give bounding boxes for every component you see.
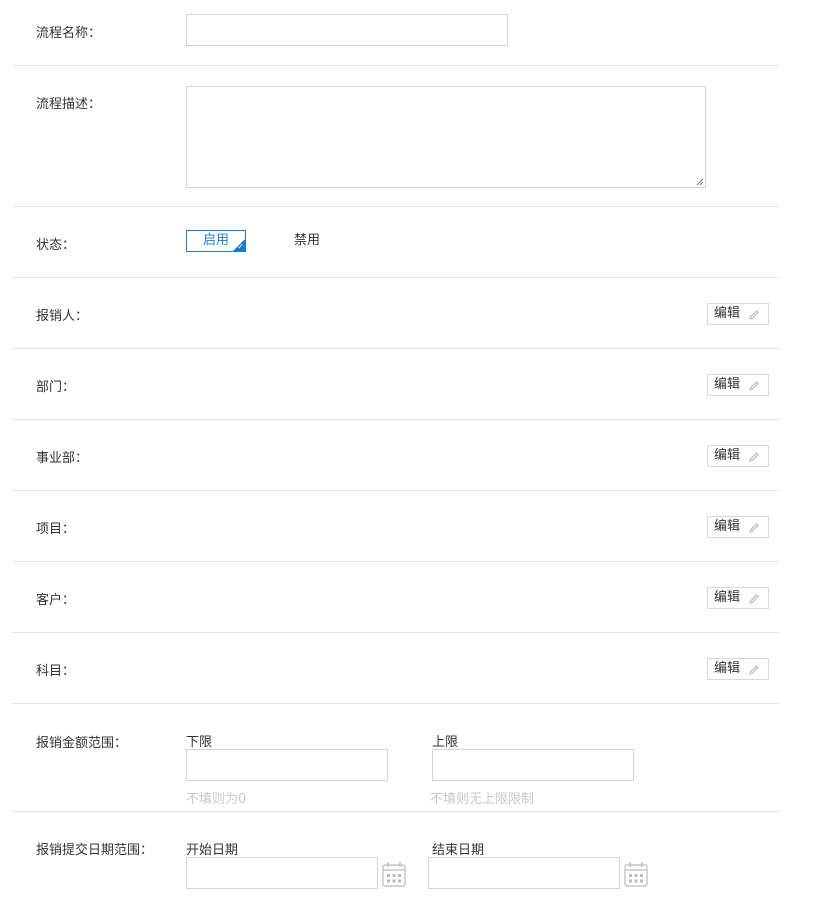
date-range-row: 报销提交日期范围： 开始日期 结束日期 [12, 812, 779, 903]
amount-lower-input[interactable] [186, 749, 388, 781]
project-edit-button[interactable]: 编辑 [707, 516, 769, 538]
project-row: 项目： 编辑 [12, 491, 779, 562]
amount-upper-label: 上限 [432, 735, 459, 750]
status-option-disabled[interactable]: 禁用 [280, 230, 334, 252]
department-label: 部门： [36, 380, 76, 395]
amount-range-label: 报销金额范围： [36, 736, 128, 751]
department-edit-button[interactable]: 编辑 [707, 374, 769, 396]
calendar-icon[interactable] [382, 861, 406, 887]
process-name-label: 流程名称： [36, 26, 102, 41]
division-row: 事业部： 编辑 [12, 420, 779, 491]
resize-grip-icon[interactable] [696, 178, 704, 186]
subject-edit-button[interactable]: 编辑 [707, 658, 769, 680]
status-label: 状态： [36, 238, 76, 253]
amount-upper-hint: 不填则无上限限制 [430, 792, 535, 807]
pencil-icon [749, 381, 759, 391]
process-desc-textarea[interactable] [186, 86, 706, 188]
status-row: 状态： 启用 ✓ 禁用 [12, 207, 779, 278]
reimburser-edit-button[interactable]: 编辑 [707, 303, 769, 325]
customer-label: 客户： [36, 593, 76, 608]
edit-button-label: 编辑 [714, 448, 741, 463]
reimburser-label: 报销人： [36, 309, 89, 324]
edit-button-label: 编辑 [714, 377, 741, 392]
division-edit-button[interactable]: 编辑 [707, 445, 769, 467]
status-option-disabled-label: 禁用 [293, 233, 320, 248]
pencil-icon [749, 452, 759, 462]
process-name-row: 流程名称： [12, 0, 779, 66]
project-label: 项目： [36, 522, 76, 537]
calendar-icon[interactable] [624, 861, 648, 887]
date-start-input[interactable] [186, 857, 378, 889]
date-start-label: 开始日期 [186, 843, 239, 858]
reimburser-row: 报销人： 编辑 [12, 278, 779, 349]
subject-row: 科目： 编辑 [12, 633, 779, 704]
process-name-input[interactable] [186, 14, 508, 46]
division-label: 事业部： [36, 451, 89, 466]
edit-button-label: 编辑 [714, 590, 741, 605]
department-row: 部门： 编辑 [12, 349, 779, 420]
customer-edit-button[interactable]: 编辑 [707, 587, 769, 609]
edit-button-label: 编辑 [714, 661, 741, 676]
pencil-icon [749, 310, 759, 320]
subject-label: 科目： [36, 664, 76, 679]
amount-range-row: 报销金额范围： 下限 不填则为0 上限 不填则无上限限制 [12, 704, 779, 812]
checkmark-icon: ✓ [237, 242, 244, 251]
status-option-enabled[interactable]: 启用 ✓ [186, 230, 246, 252]
pencil-icon [749, 665, 759, 675]
amount-upper-input[interactable] [432, 749, 634, 781]
pencil-icon [749, 594, 759, 604]
process-desc-row: 流程描述： [12, 66, 779, 207]
date-range-label: 报销提交日期范围： [36, 843, 154, 858]
edit-button-label: 编辑 [714, 306, 741, 321]
amount-lower-hint: 不填则为0 [186, 792, 247, 807]
date-end-label: 结束日期 [432, 843, 485, 858]
edit-button-label: 编辑 [714, 519, 741, 534]
process-desc-label: 流程描述： [36, 97, 102, 112]
pencil-icon [749, 523, 759, 533]
date-end-input[interactable] [428, 857, 620, 889]
customer-row: 客户： 编辑 [12, 562, 779, 633]
amount-lower-label: 下限 [186, 735, 213, 750]
status-option-enabled-label: 启用 [202, 233, 229, 248]
